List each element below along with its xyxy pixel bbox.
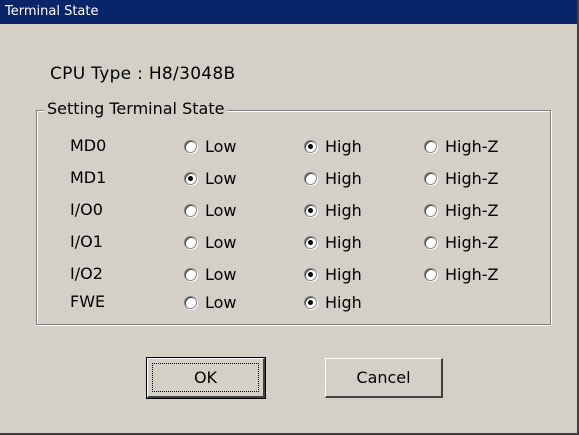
terminal-row-io1: I/O1 Low High High-Z bbox=[0, 230, 579, 254]
radio-icon[interactable] bbox=[184, 203, 197, 217]
radio-icon[interactable] bbox=[184, 295, 197, 309]
cpu-type-label: CPU Type : H8/3048B bbox=[50, 64, 236, 84]
radio-label: High bbox=[325, 292, 362, 312]
radio-label: High bbox=[325, 264, 362, 284]
terminal-name: FWE bbox=[70, 292, 106, 311]
io0-high-radio[interactable]: High bbox=[304, 198, 362, 222]
terminal-state-dialog: Terminal State CPU Type : H8/3048B Setti… bbox=[0, 0, 579, 435]
radio-label: High-Z bbox=[445, 136, 499, 156]
radio-checked-icon[interactable] bbox=[304, 295, 317, 309]
radio-label: High bbox=[325, 168, 362, 188]
radio-icon[interactable] bbox=[424, 203, 437, 217]
terminal-row-io2: I/O2 Low High High-Z bbox=[0, 262, 579, 286]
io0-high-z-radio[interactable]: High-Z bbox=[424, 198, 499, 222]
radio-label: High bbox=[325, 136, 362, 156]
md0-high-radio[interactable]: High bbox=[304, 134, 362, 158]
terminal-name: I/O1 bbox=[70, 232, 103, 251]
terminal-row-io0: I/O0 Low High High-Z bbox=[0, 198, 579, 222]
radio-icon[interactable] bbox=[424, 171, 437, 185]
radio-label: High bbox=[325, 200, 362, 220]
md0-low-radio[interactable]: Low bbox=[184, 134, 237, 158]
radio-label: Low bbox=[205, 168, 237, 188]
radio-checked-icon[interactable] bbox=[304, 267, 317, 281]
radio-label: High-Z bbox=[445, 168, 499, 188]
radio-checked-icon[interactable] bbox=[304, 235, 317, 249]
radio-checked-icon[interactable] bbox=[184, 171, 197, 185]
terminal-name: MD0 bbox=[70, 136, 107, 155]
io2-low-radio[interactable]: Low bbox=[184, 262, 237, 286]
io2-high-radio[interactable]: High bbox=[304, 262, 362, 286]
io1-high-radio[interactable]: High bbox=[304, 230, 362, 254]
group-legend: Setting Terminal State bbox=[44, 99, 228, 118]
title-bar[interactable]: Terminal State bbox=[0, 0, 577, 24]
radio-icon[interactable] bbox=[424, 139, 437, 153]
io1-high-z-radio[interactable]: High-Z bbox=[424, 230, 499, 254]
cancel-button-label: Cancel bbox=[356, 368, 411, 387]
focus-rectangle bbox=[152, 363, 259, 392]
radio-label: Low bbox=[205, 292, 237, 312]
fwe-high-radio[interactable]: High bbox=[304, 290, 362, 314]
io0-low-radio[interactable]: Low bbox=[184, 198, 237, 222]
terminal-row-md0: MD0 Low High High-Z bbox=[0, 134, 579, 158]
io1-low-radio[interactable]: Low bbox=[184, 230, 237, 254]
ok-button[interactable]: OK bbox=[146, 357, 266, 399]
md1-high-radio[interactable]: High bbox=[304, 166, 362, 190]
io2-high-z-radio[interactable]: High-Z bbox=[424, 262, 499, 286]
radio-icon[interactable] bbox=[184, 267, 197, 281]
cancel-button[interactable]: Cancel bbox=[325, 358, 443, 398]
radio-label: Low bbox=[205, 200, 237, 220]
radio-icon[interactable] bbox=[424, 235, 437, 249]
radio-label: High-Z bbox=[445, 232, 499, 252]
terminal-name: I/O2 bbox=[70, 264, 103, 283]
radio-checked-icon[interactable] bbox=[304, 139, 317, 153]
terminal-name: I/O0 bbox=[70, 200, 103, 219]
radio-checked-icon[interactable] bbox=[304, 203, 317, 217]
md1-low-radio[interactable]: Low bbox=[184, 166, 237, 190]
md0-high-z-radio[interactable]: High-Z bbox=[424, 134, 499, 158]
radio-label: High-Z bbox=[445, 264, 499, 284]
terminal-name: MD1 bbox=[70, 168, 107, 187]
radio-icon[interactable] bbox=[184, 235, 197, 249]
md1-high-z-radio[interactable]: High-Z bbox=[424, 166, 499, 190]
radio-label: Low bbox=[205, 264, 237, 284]
radio-icon[interactable] bbox=[184, 139, 197, 153]
fwe-low-radio[interactable]: Low bbox=[184, 290, 237, 314]
radio-label: Low bbox=[205, 232, 237, 252]
terminal-row-md1: MD1 Low High High-Z bbox=[0, 166, 579, 190]
terminal-row-fwe: FWE Low High bbox=[0, 290, 579, 314]
radio-icon[interactable] bbox=[304, 171, 317, 185]
radio-label: Low bbox=[205, 136, 237, 156]
radio-label: High bbox=[325, 232, 362, 252]
radio-icon[interactable] bbox=[424, 267, 437, 281]
radio-label: High-Z bbox=[445, 200, 499, 220]
